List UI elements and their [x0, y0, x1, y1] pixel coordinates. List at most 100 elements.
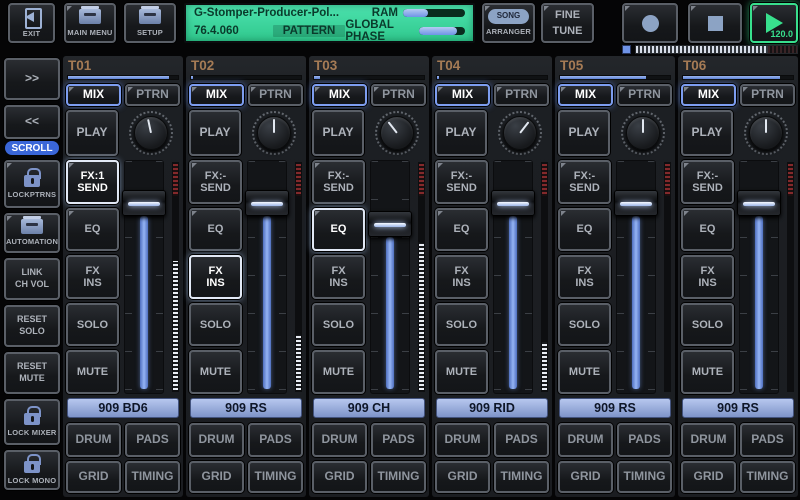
- timing-button[interactable]: TIMING: [125, 461, 180, 493]
- setup-button[interactable]: SETUP: [124, 3, 176, 43]
- reset-solo-button[interactable]: RESET SOLO: [4, 305, 60, 347]
- volume-knob[interactable]: [375, 111, 419, 155]
- volume-fader-handle[interactable]: [122, 190, 166, 216]
- volume-knob[interactable]: [744, 111, 788, 155]
- scroll-forward-button[interactable]: >>: [4, 58, 60, 100]
- mute-button[interactable]: MUTE: [189, 350, 242, 394]
- track-play-button[interactable]: PLAY: [435, 110, 487, 156]
- mute-button[interactable]: MUTE: [435, 350, 488, 394]
- mix-button[interactable]: MIX: [681, 84, 736, 106]
- fx-send-button[interactable]: FX:1 SEND: [66, 160, 119, 204]
- pads-button[interactable]: PADS: [617, 423, 672, 457]
- ptrn-button[interactable]: PTRN: [617, 84, 672, 106]
- mute-button[interactable]: MUTE: [66, 350, 119, 394]
- volume-fader-handle[interactable]: [368, 211, 412, 237]
- fx-ins-button[interactable]: FX INS: [312, 255, 365, 299]
- fx-ins-button[interactable]: FX INS: [189, 255, 242, 299]
- fx-send-button[interactable]: FX:- SEND: [435, 160, 488, 204]
- record-button[interactable]: [622, 3, 678, 43]
- play-button[interactable]: 120.0: [750, 3, 798, 43]
- fx-ins-button[interactable]: FX INS: [681, 255, 734, 299]
- ptrn-button[interactable]: PTRN: [125, 84, 180, 106]
- drum-button[interactable]: DRUM: [189, 423, 244, 457]
- timing-button[interactable]: TIMING: [371, 461, 426, 493]
- automation-button[interactable]: AUTOMATION: [4, 213, 60, 253]
- eq-button[interactable]: EQ: [66, 208, 119, 252]
- sample-name-display[interactable]: 909 RS: [190, 398, 302, 418]
- track-play-button[interactable]: PLAY: [681, 110, 733, 156]
- mix-button[interactable]: MIX: [435, 84, 490, 106]
- volume-fader-handle[interactable]: [245, 190, 289, 216]
- lock-patterns-button[interactable]: LOCKPTRNS: [4, 160, 60, 208]
- volume-fader-handle[interactable]: [614, 190, 658, 216]
- fine-tune-button[interactable]: FINE TUNE: [541, 3, 594, 43]
- grid-button[interactable]: GRID: [435, 461, 490, 493]
- mute-button[interactable]: MUTE: [558, 350, 611, 394]
- mix-button[interactable]: MIX: [189, 84, 244, 106]
- fx-ins-button[interactable]: FX INS: [435, 255, 488, 299]
- volume-knob[interactable]: [252, 111, 296, 155]
- timing-button[interactable]: TIMING: [617, 461, 672, 493]
- mix-button[interactable]: MIX: [312, 84, 367, 106]
- fx-send-button[interactable]: FX:- SEND: [558, 160, 611, 204]
- sample-name-display[interactable]: 909 RID: [436, 398, 548, 418]
- song-arranger-button[interactable]: SONG ARRANGER: [482, 3, 535, 43]
- solo-button[interactable]: SOLO: [558, 303, 611, 347]
- link-ch-vol-button[interactable]: LINK CH VOL: [4, 258, 60, 300]
- solo-button[interactable]: SOLO: [681, 303, 734, 347]
- grid-button[interactable]: GRID: [681, 461, 736, 493]
- volume-knob[interactable]: [498, 111, 542, 155]
- solo-button[interactable]: SOLO: [189, 303, 242, 347]
- solo-button[interactable]: SOLO: [312, 303, 365, 347]
- ptrn-button[interactable]: PTRN: [371, 84, 426, 106]
- fx-ins-button[interactable]: FX INS: [558, 255, 611, 299]
- mix-button[interactable]: MIX: [558, 84, 613, 106]
- grid-button[interactable]: GRID: [189, 461, 244, 493]
- sample-name-display[interactable]: 909 RS: [559, 398, 671, 418]
- volume-knob[interactable]: [621, 111, 665, 155]
- track-play-button[interactable]: PLAY: [558, 110, 610, 156]
- reset-mute-button[interactable]: RESET MUTE: [4, 352, 60, 394]
- mode-badge[interactable]: PATTERN: [273, 25, 346, 37]
- main-menu-button[interactable]: MAIN MENU: [64, 3, 116, 43]
- pads-button[interactable]: PADS: [494, 423, 549, 457]
- grid-button[interactable]: GRID: [558, 461, 613, 493]
- grid-button[interactable]: GRID: [312, 461, 367, 493]
- timing-button[interactable]: TIMING: [494, 461, 549, 493]
- scroll-mode-badge[interactable]: SCROLL: [5, 141, 59, 155]
- mute-button[interactable]: MUTE: [681, 350, 734, 394]
- drum-button[interactable]: DRUM: [312, 423, 367, 457]
- pads-button[interactable]: PADS: [125, 423, 180, 457]
- exit-button[interactable]: EXIT: [8, 3, 55, 43]
- fx-ins-button[interactable]: FX INS: [66, 255, 119, 299]
- lock-mono-button[interactable]: LOCK MONO: [4, 450, 60, 490]
- drum-button[interactable]: DRUM: [66, 423, 121, 457]
- ptrn-button[interactable]: PTRN: [740, 84, 795, 106]
- eq-button[interactable]: EQ: [189, 208, 242, 252]
- track-play-button[interactable]: PLAY: [66, 110, 118, 156]
- timing-button[interactable]: TIMING: [740, 461, 795, 493]
- stop-button[interactable]: [688, 3, 742, 43]
- fx-send-button[interactable]: FX:- SEND: [189, 160, 242, 204]
- track-play-button[interactable]: PLAY: [312, 110, 364, 156]
- volume-knob[interactable]: [129, 111, 173, 155]
- pads-button[interactable]: PADS: [371, 423, 426, 457]
- pads-button[interactable]: PADS: [740, 423, 795, 457]
- solo-button[interactable]: SOLO: [435, 303, 488, 347]
- sample-name-display[interactable]: 909 RS: [682, 398, 794, 418]
- solo-button[interactable]: SOLO: [66, 303, 119, 347]
- volume-fader-handle[interactable]: [737, 190, 781, 216]
- drum-button[interactable]: DRUM: [681, 423, 736, 457]
- mute-button[interactable]: MUTE: [312, 350, 365, 394]
- pads-button[interactable]: PADS: [248, 423, 303, 457]
- drum-button[interactable]: DRUM: [558, 423, 613, 457]
- ptrn-button[interactable]: PTRN: [494, 84, 549, 106]
- eq-button[interactable]: EQ: [681, 208, 734, 252]
- sample-name-display[interactable]: 909 CH: [313, 398, 425, 418]
- ptrn-button[interactable]: PTRN: [248, 84, 303, 106]
- fx-send-button[interactable]: FX:- SEND: [312, 160, 365, 204]
- eq-button[interactable]: EQ: [312, 208, 365, 252]
- mix-button[interactable]: MIX: [66, 84, 121, 106]
- fx-send-button[interactable]: FX:- SEND: [681, 160, 734, 204]
- drum-button[interactable]: DRUM: [435, 423, 490, 457]
